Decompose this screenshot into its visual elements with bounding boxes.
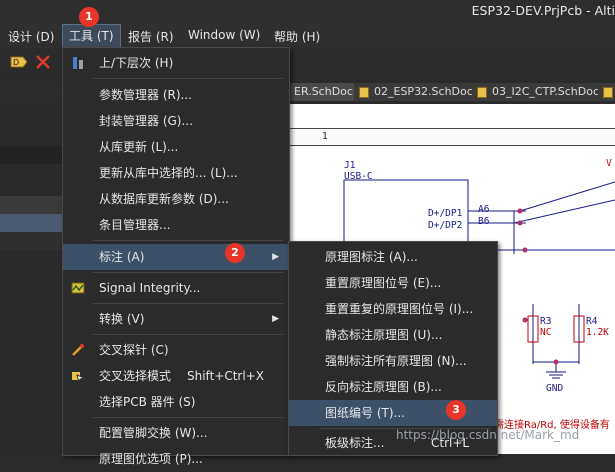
schdoc-icon [603,87,613,98]
menu-item-annotation[interactable]: 标注 (A) ▶ [63,244,289,270]
r4-designator: R4 [586,316,598,327]
r3-designator: R3 [540,316,552,327]
submenu-item-static-annotate[interactable]: 静态标注原理图 (U)... [289,322,497,348]
step-badge-1: 1 [79,7,99,27]
menu-item-convert[interactable]: 转换 (V) ▶ [63,306,289,332]
menu-design[interactable]: 设计 (D) [8,28,54,45]
panel-row[interactable] [0,196,62,214]
step-badge-2: 2 [225,243,245,263]
menu-item-update-params-db[interactable]: 从数据库更新参数 (D)... [63,186,289,212]
menu-separator [93,417,283,418]
menu-separator [93,334,283,335]
tools-menu: 上/下层次 (H) 参数管理器 (R)... 封装管理器 (G)... 从库更新… [62,47,290,466]
schdoc-icon [359,87,369,98]
no-erc-icon[interactable] [36,55,50,69]
panel-row-selected[interactable] [0,214,62,232]
tab-power-schdoc[interactable]: ER.SchDoc [288,83,360,101]
pin-a6: A6 [478,204,490,215]
tab-esp32-schdoc[interactable]: 02_ESP32.SchDoc [354,83,480,101]
j1-designator: J1 [344,160,356,171]
pin-b6: B6 [478,216,490,227]
menu-item-footprint-manager[interactable]: 封装管理器 (G)... [63,108,289,134]
submenu-item-reset-duplicate-designators[interactable]: 重置重复的原理图位号 (I)... [289,296,497,322]
menu-reports[interactable]: 报告 (R) [128,28,174,45]
tab-i2c-ctp-schdoc[interactable]: 03_I2C_CTP.SchDoc [472,83,606,101]
vbus-label-fragment: V [606,158,612,169]
menu-item-cross-select-mode[interactable]: 交叉选择模式 Shift+Ctrl+X [63,363,289,389]
j1-comment: USB-C [344,171,373,182]
cross-select-icon [72,372,85,383]
gnd-label: GND [546,383,564,394]
projects-panel [0,76,62,454]
menu-separator [93,240,283,241]
tab-label: 03_I2C_CTP.SchDoc [492,85,599,98]
signal-integrity-icon [71,282,85,294]
svg-text:D: D [13,58,19,67]
menu-bar: 设计 (D) 工具 (T) 报告 (R) Window (W) 帮助 (H) [0,24,615,48]
tab-overflow[interactable] [598,83,615,101]
annotation-submenu: 原理图标注 (A)... 重置原理图位号 (E)... 重置重复的原理图位号 (… [288,241,498,456]
menu-item-schematic-preferences[interactable]: 原理图优选项 (P)... [63,446,289,472]
window-title: ESP32-DEV.PrjPcb - Alti [471,3,615,18]
place-port-icon[interactable]: D [10,55,28,69]
pin-b6-net: D+/DP2 [428,220,463,231]
menu-help[interactable]: 帮助 (H) [274,28,320,45]
watermark: https://blog.csdn.net/Mark_md [396,428,580,442]
submenu-arrow-icon: ▶ [272,314,279,324]
menu-item-parameter-manager[interactable]: 参数管理器 (R)... [63,82,289,108]
shortcut-label: Shift+Ctrl+X [187,369,264,383]
menu-item-update-from-library[interactable]: 从库更新 (L)... [63,134,289,160]
menu-item-item-manager[interactable]: 条目管理器... [63,212,289,238]
submenu-arrow-icon: ▶ [272,252,279,262]
menu-separator [93,303,283,304]
submenu-item-reset-designators[interactable]: 重置原理图位号 (E)... [289,270,497,296]
r4-value: 1.2K [586,327,609,338]
menu-separator [93,78,283,79]
menu-window[interactable]: Window (W) [188,28,260,42]
menu-item-update-selected[interactable]: 更新从库中选择的... (L)... [63,160,289,186]
hierarchy-icon [73,57,83,69]
submenu-item-back-annotate[interactable]: 反向标注原理图 (B)... [289,374,497,400]
menu-separator [93,272,283,273]
panel-row[interactable] [0,232,62,250]
submenu-item-number-schematic-sheets[interactable]: 图纸编号 (T)... [289,400,497,426]
schdoc-icon [477,87,487,98]
step-badge-3: 3 [446,400,466,420]
menu-item-hierarchy[interactable]: 上/下层次 (H) [63,50,289,76]
menu-item-configure-pin-swap[interactable]: 配置管脚交换 (W)... [63,420,289,446]
r3-value: NC [540,327,552,338]
cross-probe-icon [72,344,84,356]
menu-item-select-pcb-components[interactable]: 选择PCB 器件 (S) [63,389,289,415]
submenu-item-force-annotate-all[interactable]: 强制标注所有原理图 (N)... [289,348,497,374]
menu-tools[interactable]: 工具 (T) [62,24,121,48]
tab-label: 02_ESP32.SchDoc [374,85,473,98]
tab-label: ER.SchDoc [294,85,353,98]
pin-a6-net: D+/DP1 [428,208,463,219]
panel-row[interactable] [0,146,62,164]
menu-item-cross-probe[interactable]: 交叉探针 (C) [63,337,289,363]
menu-item-signal-integrity[interactable]: Signal Integrity... [63,275,289,301]
submenu-item-annotate-schematics[interactable]: 原理图标注 (A)... [289,244,497,270]
